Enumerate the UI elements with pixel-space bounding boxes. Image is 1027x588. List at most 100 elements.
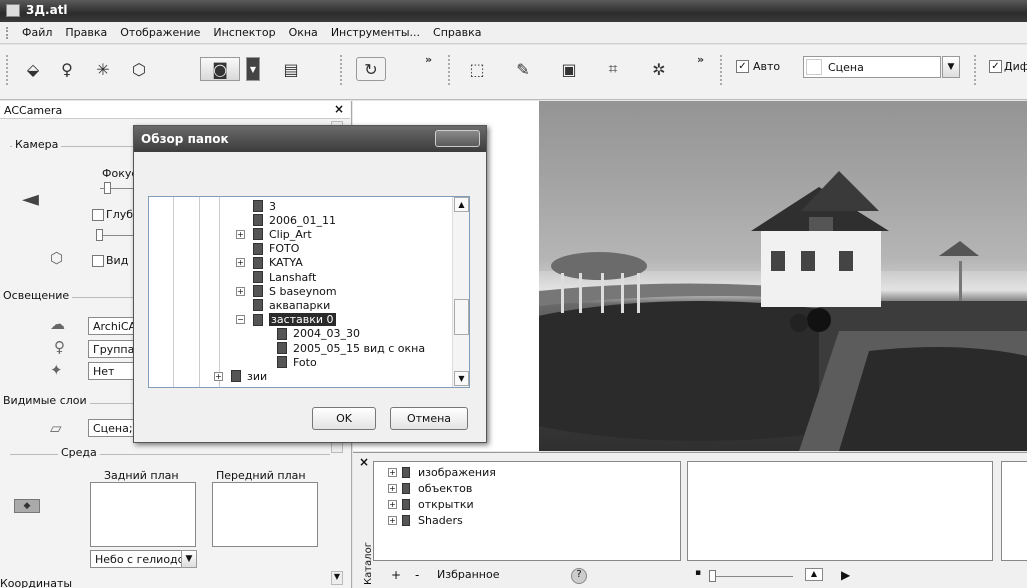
folder-tree[interactable]: ▲ ▼ 3 2006_01_11 + Clip_Art FOTO + KATYA Lansha… xyxy=(148,196,470,388)
toolbar-separator xyxy=(340,55,342,85)
expand-icon[interactable]: + xyxy=(214,371,223,381)
expand-icon[interactable]: + xyxy=(236,229,245,239)
tree-item-label: S baseynom xyxy=(269,284,337,298)
auto-checkbox[interactable]: ✓ xyxy=(736,60,749,73)
tree-scroll-thumb[interactable] xyxy=(454,299,469,335)
expand-icon[interactable]: + xyxy=(388,515,397,525)
tree-item-label: Clip_Art xyxy=(269,227,312,241)
rotate-icon[interactable]: ↻ xyxy=(356,57,386,81)
camera-dropdown-icon[interactable]: ▼ xyxy=(246,57,260,81)
sky-select-chevron-icon[interactable]: ▼ xyxy=(181,550,197,568)
remove-favorite-button[interactable]: - xyxy=(415,568,419,582)
paint-bucket-icon[interactable]: ⬙ xyxy=(20,57,46,81)
cancel-button[interactable]: Отмена xyxy=(390,407,468,430)
tree-item[interactable]: + S baseynom xyxy=(236,284,337,298)
catalog-item[interactable]: + объектов xyxy=(388,481,473,495)
folder-icon xyxy=(277,342,287,354)
tree-item-label: 2006_01_11 xyxy=(269,213,336,227)
toolbar-overflow-1[interactable]: » xyxy=(425,53,432,66)
catalog-tree[interactable]: + изображения + объектов + открытки + Shader… xyxy=(373,461,681,561)
toolbar-overflow-2[interactable]: » xyxy=(697,53,704,66)
catalog-item-label: Shaders xyxy=(418,513,463,527)
tree-item[interactable]: FOTO xyxy=(253,242,299,256)
tree-item[interactable]: + Clip_Art xyxy=(236,227,312,241)
menu-file[interactable]: Файл xyxy=(22,26,52,39)
tree-item[interactable]: − заставки 0 xyxy=(236,313,336,327)
tree-item[interactable]: Lanshaft xyxy=(253,270,316,284)
folder-icon xyxy=(253,271,263,283)
gear-icon[interactable]: ✲ xyxy=(646,57,672,81)
catalog-preview[interactable] xyxy=(687,461,993,561)
folder-icon xyxy=(402,514,410,526)
toolbar-grip xyxy=(6,55,8,85)
scroll-down-icon[interactable]: ▼ xyxy=(454,371,469,386)
menu-inspector[interactable]: Инспектор xyxy=(213,26,275,39)
bulb-icon: ♀ xyxy=(54,338,65,356)
tree-item[interactable]: + KATYA xyxy=(236,256,303,270)
expand-icon[interactable]: + xyxy=(236,286,245,296)
cube-icon[interactable]: ⬡ xyxy=(126,57,152,81)
tree-item[interactable]: 2005_05_15 вид с окна xyxy=(277,341,425,355)
folder-icon xyxy=(253,200,263,212)
tree-item[interactable]: 3 xyxy=(253,199,276,213)
menu-view[interactable]: Отображение xyxy=(120,26,200,39)
catalog-item-label: объектов xyxy=(418,481,473,495)
menu-windows[interactable]: Окна xyxy=(289,26,318,39)
panel-header: ACCamera × xyxy=(0,101,350,119)
expand-icon[interactable]: + xyxy=(388,483,397,493)
sun-icon[interactable]: ✳ xyxy=(90,57,116,81)
tree-item-label: Foto xyxy=(293,355,317,369)
catalog-close-icon[interactable]: × xyxy=(359,455,369,469)
3d-scene-render xyxy=(539,101,1027,451)
dialog-title: Обзор папок xyxy=(141,132,229,146)
palette-icon[interactable]: ✎ xyxy=(510,57,536,81)
environment-section-label: Среда xyxy=(58,446,100,459)
menu-help[interactable]: Справка xyxy=(433,26,481,39)
background-list[interactable] xyxy=(90,482,196,547)
close-icon[interactable]: × xyxy=(334,102,344,116)
tree-item[interactable]: аквапарки xyxy=(253,298,330,312)
foreground-list[interactable] xyxy=(212,482,318,547)
sky-select[interactable]: Небо с гелиодс xyxy=(90,550,182,568)
scene-combo[interactable]: Сцена xyxy=(803,56,941,78)
dif-checkbox[interactable]: ✓ xyxy=(989,60,1002,73)
crop-icon[interactable]: ⌗ xyxy=(600,57,626,81)
tree-item[interactable]: 2006_01_11 xyxy=(253,213,336,227)
dialog-close-icon[interactable] xyxy=(435,130,480,147)
depth-checkbox[interactable] xyxy=(92,209,104,221)
collapse-icon[interactable]: − xyxy=(236,315,245,325)
zoom-slider[interactable] xyxy=(709,570,716,582)
expand-icon[interactable]: + xyxy=(388,499,397,509)
catalog-extra-pane[interactable] xyxy=(1001,461,1027,561)
frame-icon[interactable]: ⬚ xyxy=(464,57,490,81)
tree-item-label: заставки 0 xyxy=(269,313,336,327)
menu-tools[interactable]: Инструменты... xyxy=(331,26,420,39)
catalog-item[interactable]: + Shaders xyxy=(388,513,463,527)
help-icon[interactable]: ? xyxy=(571,568,587,584)
tree-item[interactable]: + зии xyxy=(214,369,267,383)
add-favorite-button[interactable]: + xyxy=(391,568,401,582)
tree-item[interactable]: Foto xyxy=(277,355,317,369)
foreground-label: Передний план xyxy=(216,469,306,482)
play-icon[interactable]: ▶ xyxy=(841,568,850,582)
ok-button[interactable]: OK xyxy=(312,407,376,430)
catalog-item[interactable]: + открытки xyxy=(388,497,474,511)
panel-scroll-down-icon[interactable]: ▼ xyxy=(331,571,343,585)
focus-slider[interactable] xyxy=(104,182,111,194)
photo-camera-icon[interactable]: ▣ xyxy=(556,57,582,81)
chevron-down-icon[interactable]: ▼ xyxy=(942,56,960,78)
depth-slider[interactable] xyxy=(96,229,103,241)
expand-icon[interactable]: + xyxy=(388,467,397,477)
toolbar: ⬙ ♀ ✳ ⬡ ◙ ▼ ▤ ↻ » ⬚ ✎ ▣ ⌗ ✲ » ✓ Авто Сце… xyxy=(0,45,1027,100)
catalog-item[interactable]: + изображения xyxy=(388,466,496,479)
lamp-icon[interactable]: ♀ xyxy=(54,57,80,81)
catalog-item-label: открытки xyxy=(418,497,474,511)
document-icon[interactable]: ▤ xyxy=(278,57,304,81)
expand-icon[interactable]: + xyxy=(236,258,245,268)
tree-item[interactable]: 2004_03_30 xyxy=(277,327,360,341)
camera-icon[interactable]: ◙ xyxy=(200,57,240,81)
menu-edit[interactable]: Правка xyxy=(65,26,107,39)
tree-scrollbar[interactable]: ▲ ▼ xyxy=(452,197,469,387)
view-checkbox[interactable] xyxy=(92,255,104,267)
scroll-up-icon[interactable]: ▲ xyxy=(454,197,469,212)
